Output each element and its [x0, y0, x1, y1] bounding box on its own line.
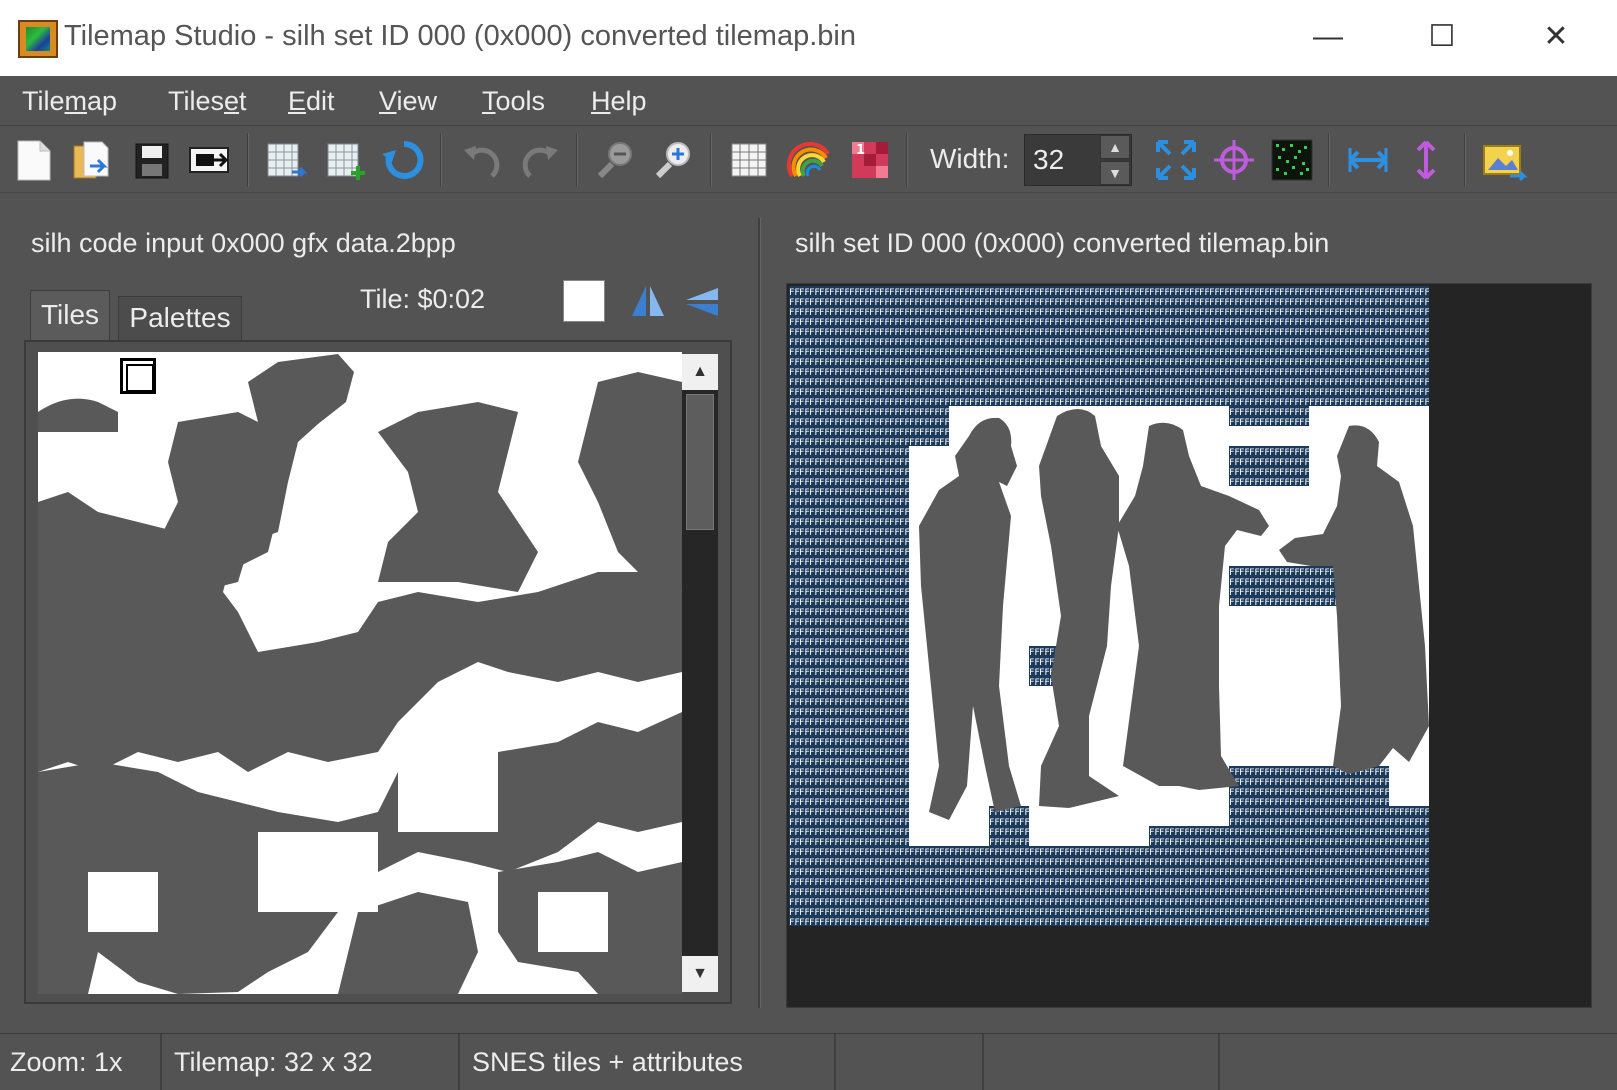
- zoom-in-icon[interactable]: [650, 136, 698, 184]
- selected-tile-swatch: [563, 280, 605, 322]
- undo-icon[interactable]: [458, 136, 506, 184]
- status-cell-empty: [986, 1034, 1220, 1090]
- tab-palettes[interactable]: Palettes: [118, 296, 242, 340]
- minimize-button[interactable]: —: [1288, 12, 1368, 64]
- tilemap-graphics: FF FF FF FF: [789, 286, 1429, 926]
- open-file-icon[interactable]: [68, 136, 116, 184]
- tilemap-frame: FF FF FF FF: [786, 283, 1592, 1008]
- tile-flip-vertical-icon[interactable]: [682, 282, 722, 320]
- svg-text:1: 1: [856, 143, 865, 158]
- toolbar-separator: [1328, 133, 1330, 187]
- rainbow-tiles-icon[interactable]: [786, 136, 834, 184]
- status-cell-empty: [1222, 1034, 1617, 1090]
- flip-vertical-icon[interactable]: [1402, 136, 1450, 184]
- window-title: Tilemap Studio - silh set ID 000 (0x000)…: [64, 20, 856, 52]
- menu-tilemap[interactable]: Tilemap: [22, 86, 117, 117]
- toolbar-separator: [247, 133, 249, 187]
- scrollbar-thumb[interactable]: [686, 394, 714, 530]
- reload-icon[interactable]: [380, 136, 428, 184]
- width-label: Width:: [930, 143, 1010, 174]
- menu-bar: Tilemap Tileset Edit View Tools Help: [0, 76, 1617, 126]
- tileset-graphics: [38, 354, 682, 994]
- tilemap-canvas[interactable]: FF FF FF FF: [789, 286, 1429, 926]
- toolbar-separator: [906, 133, 908, 187]
- status-tilemap-size: Tilemap: 32 x 32: [164, 1034, 460, 1090]
- toolbar-separator: [576, 133, 578, 187]
- toolbar: 1 Width: 32 ▲ ▼: [0, 127, 1617, 193]
- reformat-icon[interactable]: [1210, 136, 1258, 184]
- tile-selection-cursor: [120, 358, 156, 394]
- status-cell-empty: [838, 1034, 984, 1090]
- title-bar: Tilemap Studio - silh set ID 000 (0x000)…: [0, 0, 1617, 76]
- menu-tools[interactable]: Tools: [482, 86, 545, 117]
- scroll-down-button[interactable]: ▼: [682, 956, 718, 992]
- menu-edit[interactable]: Edit: [288, 86, 335, 117]
- bold-palettes-icon[interactable]: 1: [846, 136, 894, 184]
- new-file-icon[interactable]: [10, 136, 58, 184]
- tileset-scrollbar[interactable]: ▲ ▼: [682, 354, 718, 992]
- status-format: SNES tiles + attributes: [462, 1034, 836, 1090]
- width-spin-up-button[interactable]: ▲: [1100, 135, 1130, 159]
- tileset-canvas[interactable]: [38, 352, 682, 994]
- toolbar-separator: [1464, 133, 1466, 187]
- maximize-button[interactable]: ☐: [1402, 12, 1482, 64]
- tileset-title: silh code input 0x000 gfx data.2bpp: [31, 228, 456, 258]
- menu-tileset[interactable]: Tileset: [168, 86, 247, 117]
- add-tileset-icon[interactable]: [322, 136, 370, 184]
- width-value: 32: [1033, 144, 1065, 175]
- toolbar-separator: [440, 133, 442, 187]
- status-bar: Zoom: 1x Tilemap: 32 x 32 SNES tiles + a…: [0, 1033, 1617, 1090]
- redo-icon[interactable]: [516, 136, 564, 184]
- width-spin-down-button[interactable]: ▼: [1100, 161, 1130, 185]
- close-button[interactable]: ✕: [1516, 12, 1596, 64]
- tab-tiles[interactable]: Tiles: [30, 290, 110, 340]
- menu-view[interactable]: View: [379, 86, 437, 117]
- grid-icon[interactable]: [726, 136, 774, 184]
- status-zoom: Zoom: 1x: [0, 1034, 162, 1090]
- resize-icon[interactable]: [1152, 136, 1200, 184]
- tile-flip-horizontal-icon[interactable]: [628, 282, 668, 320]
- scroll-up-button[interactable]: ▲: [682, 354, 718, 390]
- app-icon: [18, 20, 58, 58]
- flip-horizontal-icon[interactable]: [1344, 136, 1392, 184]
- zoom-out-icon[interactable]: [592, 136, 640, 184]
- toolbar-separator: [710, 133, 712, 187]
- tile-preview-icon[interactable]: [1268, 136, 1316, 184]
- selected-tile-label: Tile: $0:02: [360, 284, 486, 314]
- load-tileset-icon[interactable]: [262, 136, 310, 184]
- print-image-icon[interactable]: [1480, 136, 1528, 184]
- export-icon[interactable]: [186, 136, 234, 184]
- menu-help[interactable]: Help: [591, 86, 647, 117]
- panel-splitter[interactable]: [758, 218, 761, 1008]
- tilemap-title: silh set ID 000 (0x000) converted tilema…: [795, 228, 1330, 258]
- save-icon[interactable]: [128, 136, 176, 184]
